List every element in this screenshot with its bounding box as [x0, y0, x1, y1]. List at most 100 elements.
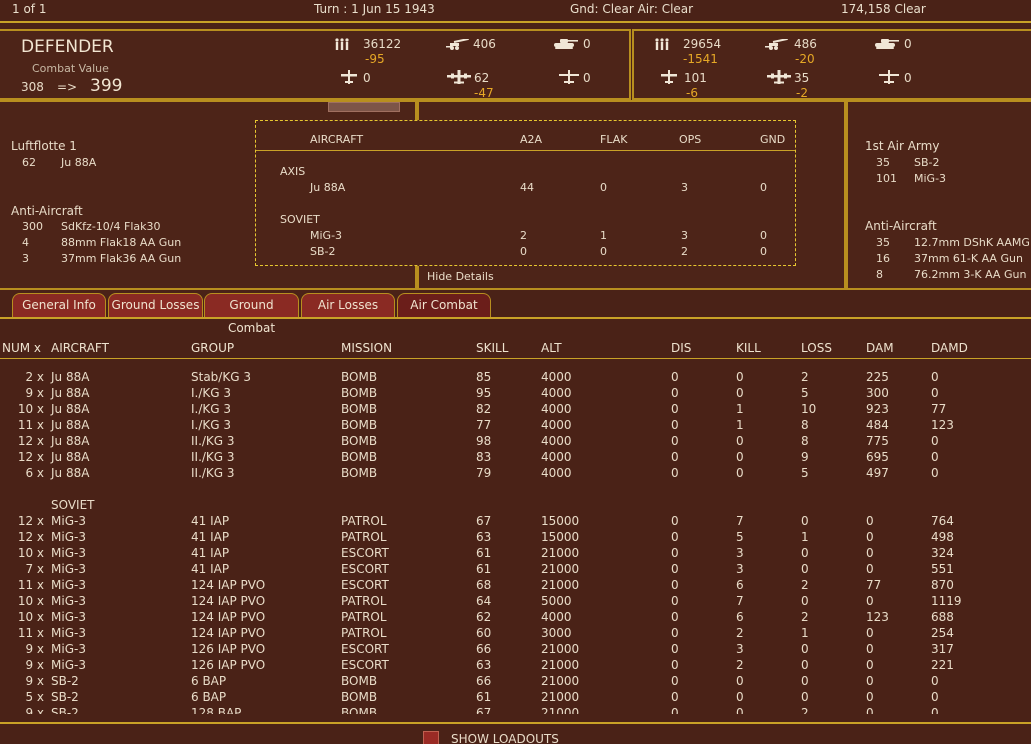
- cell-skill: 82: [476, 402, 492, 416]
- cell-group: 126 IAP PVO: [191, 642, 266, 656]
- table-row[interactable]: 12 x Ju 88A II./KG 3 BOMB 83 4000 0 0 9 695 0: [0, 450, 1031, 466]
- cell-alt: 4000: [541, 610, 572, 624]
- table-row[interactable]: 12 x MiG-3 41 IAP PATROL 63 15000 0 5 1 0 498: [0, 530, 1031, 546]
- cell-loss: 1: [801, 530, 809, 544]
- cell-dis: 0: [671, 546, 679, 560]
- infantry-icon: [334, 38, 350, 50]
- table-row[interactable]: 6 x Ju 88A II./KG 3 BOMB 79 4000 0 0 5 497 0: [0, 466, 1031, 482]
- table-row[interactable]: 7 x MiG-3 41 IAP ESCORT 61 21000 0 3 0 0 551: [0, 562, 1031, 578]
- cell-skill: 67: [476, 706, 492, 714]
- cell-loss: 8: [801, 434, 809, 448]
- tab-air-losses[interactable]: Air Losses: [301, 293, 395, 317]
- cell-loss: 0: [801, 594, 809, 608]
- top-status-bar: 1 of 1 Turn : 1 Jun 15 1943 Gnd: Clear A…: [0, 0, 1031, 20]
- detail-soviet-label: SOVIET: [280, 213, 320, 226]
- table-row[interactable]: 10 x MiG-3 124 IAP PVO PATROL 62 4000 0 6 2 123 68…: [0, 610, 1031, 626]
- cell-skill: 83: [476, 450, 492, 464]
- cell-dis: 0: [671, 674, 679, 688]
- cell-alt: 4000: [541, 450, 572, 464]
- tab-air-combat[interactable]: Air Combat: [397, 293, 491, 317]
- cell-alt: 21000: [541, 658, 580, 672]
- detail-aircraft-name: Ju 88A: [310, 181, 346, 194]
- cell-num: 5 x: [25, 690, 44, 704]
- cell-loss: 1: [801, 626, 809, 640]
- cell-dis: 0: [671, 530, 679, 544]
- cell-mission: BOMB: [341, 434, 378, 448]
- axis-aa-name: SdKfz-10/4 Flak30: [61, 220, 161, 233]
- cell-dam: 0: [866, 706, 874, 714]
- cell-dis: 0: [671, 706, 679, 714]
- cell-skill: 66: [476, 674, 492, 688]
- tab-ground-losses[interactable]: Ground Losses: [108, 293, 203, 317]
- cell-damd: 0: [931, 370, 939, 384]
- cell-kill: 7: [736, 514, 744, 528]
- detail-a2a: 44: [520, 181, 534, 194]
- table-row[interactable]: 9 x MiG-3 126 IAP PVO ESCORT 63 21000 0 2 0 0 221: [0, 658, 1031, 674]
- cell-group: 6 BAP: [191, 690, 227, 704]
- cell-aircraft: Ju 88A: [51, 386, 90, 400]
- turn-date: Turn : 1 Jun 15 1943: [314, 2, 435, 16]
- cell-dis: 0: [671, 658, 679, 672]
- axis-hq-name[interactable]: Luftflotte 1: [11, 139, 77, 153]
- cell-group: 128 BAP: [191, 706, 242, 714]
- cell-kill: 0: [736, 434, 744, 448]
- cell-skill: 67: [476, 514, 492, 528]
- col-header-kill: KILL: [736, 341, 761, 355]
- cell-aircraft: MiG-3: [51, 546, 86, 560]
- soviet-air-name: MiG-3: [914, 172, 947, 185]
- fighter-icon: [661, 70, 677, 84]
- table-row[interactable]: 11 x MiG-3 124 IAP PVO ESCORT 68 21000 0 6 2 77 87…: [0, 578, 1031, 594]
- cell-group: II./KG 3: [191, 466, 235, 480]
- cell-aircraft: MiG-3: [51, 514, 86, 528]
- axis-men-delta: -95: [365, 52, 385, 66]
- cell-mission: PATROL: [341, 530, 387, 544]
- cell-group: 124 IAP PVO: [191, 610, 266, 624]
- table-row[interactable]: 5 x SB-2 6 BAP BOMB 61 21000 0 0 0 0 0: [0, 690, 1031, 706]
- table-row[interactable]: 10 x Ju 88A I./KG 3 BOMB 82 4000 0 1 10 923 77: [0, 402, 1031, 418]
- cell-alt: 4000: [541, 370, 572, 384]
- cell-num: 9 x: [25, 674, 44, 688]
- cell-aircraft: SB-2: [51, 690, 79, 704]
- tank-icon: [553, 38, 579, 50]
- cell-kill: 6: [736, 578, 744, 592]
- cell-alt: 4000: [541, 434, 572, 448]
- soviet-aa-count: 16: [876, 252, 890, 265]
- cell-skill: 61: [476, 690, 492, 704]
- table-row[interactable]: 11 x MiG-3 124 IAP PVO PATROL 60 3000 0 2 1 0 254: [0, 626, 1031, 642]
- table-row[interactable]: 9 x Ju 88A I./KG 3 BOMB 95 4000 0 0 5 300 0: [0, 386, 1031, 402]
- table-row[interactable]: 9 x SB-2 128 BAP BOMB 67 21000 0 0 2 0 0: [0, 706, 1031, 714]
- table-row[interactable]: 10 x MiG-3 124 IAP PVO PATROL 64 5000 0 7 0 0 1119: [0, 594, 1031, 610]
- detail-aircraft-name: MiG-3: [310, 229, 343, 242]
- tab-general-info[interactable]: General Info: [12, 293, 106, 317]
- table-row[interactable]: 11 x Ju 88A I./KG 3 BOMB 77 4000 0 1 8 484 123: [0, 418, 1031, 434]
- table-row[interactable]: 12 x MiG-3 41 IAP PATROL 67 15000 0 7 0 0 764: [0, 514, 1031, 530]
- cell-loss: 10: [801, 402, 817, 416]
- table-row[interactable]: 12 x Ju 88A II./KG 3 BOMB 98 4000 0 0 8 775 0: [0, 434, 1031, 450]
- cell-damd: 1119: [931, 594, 962, 608]
- detail-aircraft-name: SB-2: [310, 245, 336, 258]
- cell-alt: 15000: [541, 530, 580, 544]
- axis-tanks: 0: [583, 37, 591, 51]
- cell-mission: ESCORT: [341, 658, 389, 672]
- cell-aircraft: MiG-3: [51, 642, 86, 656]
- table-row[interactable]: 9 x SB-2 6 BAP BOMB 66 21000 0 0 0 0 0: [0, 674, 1031, 690]
- col-header-group: GROUP: [191, 341, 235, 355]
- axis-guns: 406: [473, 37, 496, 51]
- soviet-hq-name[interactable]: 1st Air Army: [865, 139, 939, 153]
- cell-loss: 0: [801, 690, 809, 704]
- cell-alt: 15000: [541, 514, 580, 528]
- col-header-dam: DAM: [866, 341, 894, 355]
- tab-ground-combat[interactable]: Ground Combat: [204, 293, 299, 335]
- col-header-loss: LOSS: [801, 341, 832, 355]
- hide-details-link[interactable]: Hide Details: [427, 270, 494, 283]
- cell-skill: 64: [476, 594, 492, 608]
- cell-aircraft: Ju 88A: [51, 450, 90, 464]
- table-row[interactable]: 9 x MiG-3 126 IAP PVO ESCORT 66 21000 0 3 0 0 317: [0, 642, 1031, 658]
- table-row[interactable]: 10 x MiG-3 41 IAP ESCORT 61 21000 0 3 0 0 324: [0, 546, 1031, 562]
- cell-num: 6 x: [25, 466, 44, 480]
- cell-group: II./KG 3: [191, 450, 235, 464]
- cell-kill: 5: [736, 530, 744, 544]
- show-loadouts-checkbox[interactable]: [423, 731, 439, 744]
- cell-skill: 79: [476, 466, 492, 480]
- table-row[interactable]: 2 x Ju 88A Stab/KG 3 BOMB 85 4000 0 0 2 225 0: [0, 370, 1031, 386]
